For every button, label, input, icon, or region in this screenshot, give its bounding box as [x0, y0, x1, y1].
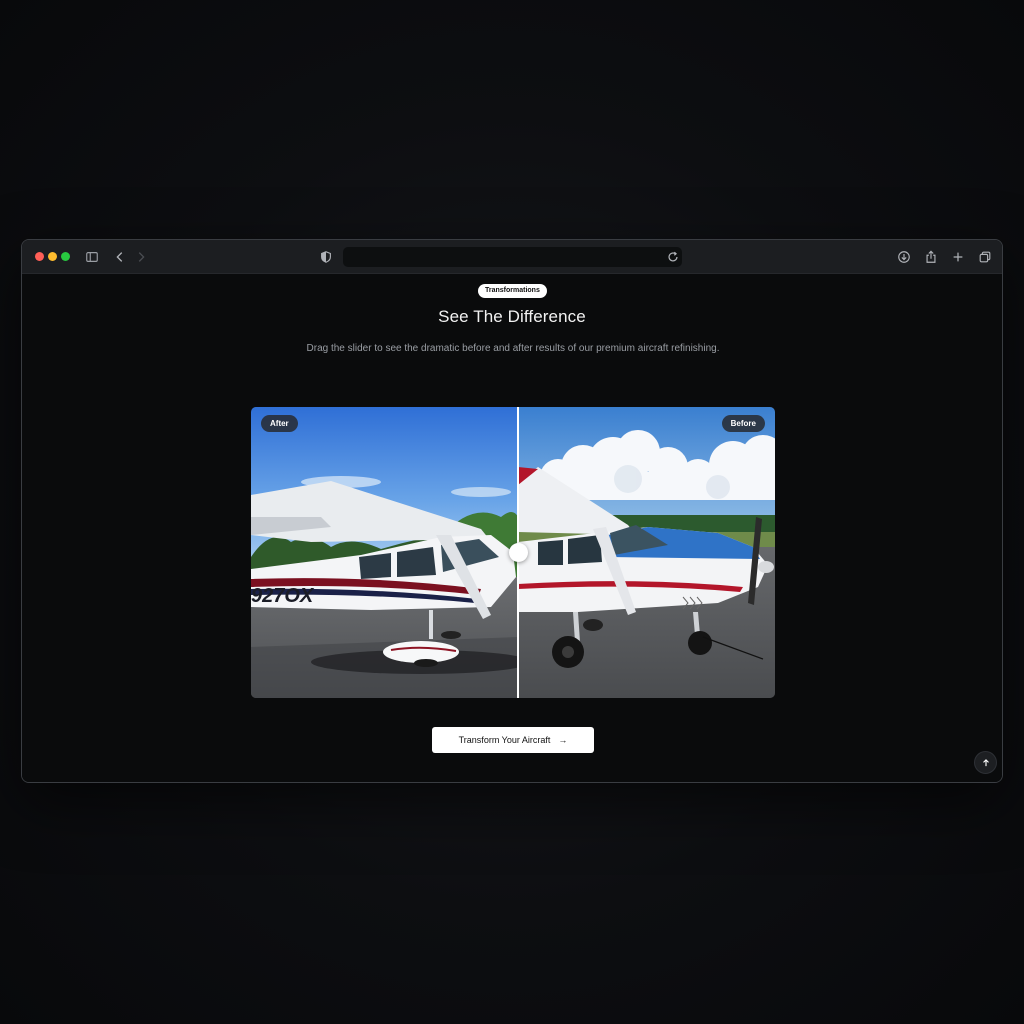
slider-handle[interactable]: [509, 543, 528, 562]
address-bar[interactable]: [343, 247, 682, 267]
page-content: Transformations See The Difference Drag …: [22, 275, 1002, 782]
share-icon[interactable]: [922, 248, 940, 266]
browser-toolbar: [22, 240, 1002, 274]
after-badge: After: [261, 415, 298, 432]
close-window-button[interactable]: [35, 252, 44, 261]
section-subtitle: Drag the slider to see the dramatic befo…: [306, 343, 720, 354]
cta-label: Transform Your Aircraft: [458, 735, 551, 745]
scroll-to-top-button[interactable]: [974, 751, 997, 774]
browser-window: Transformations See The Difference Drag …: [21, 239, 1003, 783]
arrow-right-icon: →: [558, 735, 568, 745]
svg-text:927OX: 927OX: [251, 585, 315, 607]
before-image: Before: [518, 407, 775, 698]
minimize-window-button[interactable]: [48, 252, 57, 261]
shield-icon[interactable]: [317, 248, 335, 266]
before-badge: Before: [721, 415, 765, 432]
back-icon[interactable]: [111, 248, 129, 266]
sidebar-icon[interactable]: [83, 248, 101, 266]
download-icon[interactable]: [895, 248, 913, 266]
tabs-overview-icon[interactable]: [976, 248, 994, 266]
zoom-window-button[interactable]: [61, 252, 70, 261]
section-tag: Transformations: [478, 284, 547, 298]
forward-icon[interactable]: [132, 248, 150, 266]
reload-icon[interactable]: [664, 248, 682, 266]
before-after-slider[interactable]: 927OX After Before: [251, 407, 775, 698]
transform-aircraft-button[interactable]: Transform Your Aircraft →: [432, 727, 594, 753]
section-title: See The Difference: [438, 307, 586, 326]
after-image: 927OX After: [251, 407, 518, 698]
arrow-up-icon: [982, 758, 989, 766]
new-tab-icon[interactable]: [949, 248, 967, 266]
